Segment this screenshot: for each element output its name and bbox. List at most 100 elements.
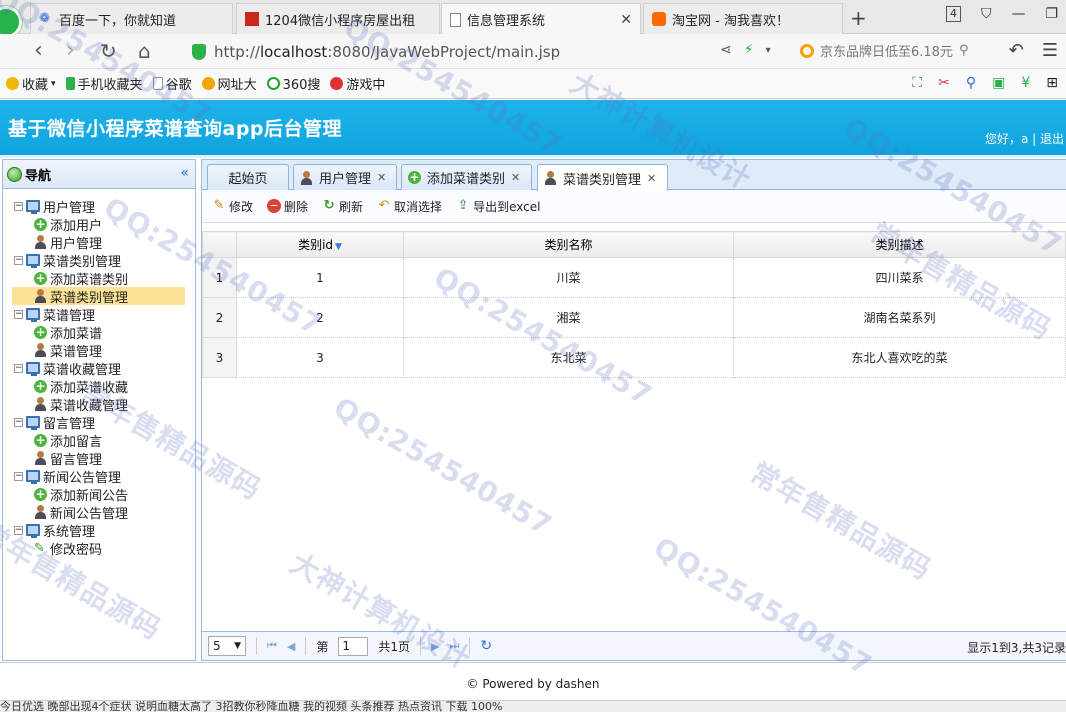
delete-label: 删除 xyxy=(284,199,309,214)
close-icon[interactable]: ✕ xyxy=(511,171,520,184)
unselect-button[interactable]: ↶ 取消选择 xyxy=(377,198,442,215)
nav-group-system[interactable]: − 系统管理 xyxy=(3,521,195,540)
nav-group-recipe[interactable]: − 菜谱管理 xyxy=(3,305,195,324)
nav-item-add-user[interactable]: + 添加用户 xyxy=(3,215,195,234)
nav-group-favorite[interactable]: − 菜谱收藏管理 xyxy=(3,359,195,378)
browser-tab-rental[interactable]: 1204微信小程序房屋出租 xyxy=(236,3,440,34)
bookmark-360[interactable]: 360搜 xyxy=(266,74,320,93)
browser-tab-info-system[interactable]: 信息管理系统 ✕ xyxy=(441,3,641,35)
nav-item-favorite-manage[interactable]: 菜谱收藏管理 xyxy=(3,395,195,414)
search-engine-icon xyxy=(800,43,814,58)
browser-tab-baidu[interactable]: ❁ 百度一下，你就知道 xyxy=(30,3,233,34)
nav-item-add-category[interactable]: + 添加菜谱类别 xyxy=(3,269,195,288)
nav-item-user-manage[interactable]: 用户管理 xyxy=(3,233,195,252)
edit-button[interactable]: ✎ 修改 xyxy=(212,198,253,215)
search-box[interactable]: 京东品牌日低至6.18元 ⚲ xyxy=(800,41,968,60)
search-icon[interactable]: ⚲ xyxy=(959,43,969,58)
back-icon[interactable]: ‹ xyxy=(34,39,43,63)
nav-group-news[interactable]: − 新闻公告管理 xyxy=(3,467,195,486)
search-icon[interactable]: ⚲ xyxy=(966,75,976,91)
user-greeting-logout[interactable]: 您好，a | 退出 xyxy=(985,130,1064,147)
menu-icon[interactable]: ☰ xyxy=(1042,40,1058,61)
column-header-id[interactable]: 类别id ▼ xyxy=(236,231,404,258)
collapse-toggle-icon[interactable]: − xyxy=(14,525,23,535)
nav-group-user[interactable]: − 用户管理 xyxy=(3,197,195,216)
bookmark-mobile[interactable]: 手机收藏夹 xyxy=(65,74,143,93)
tab-home[interactable]: 起始页 xyxy=(207,164,289,190)
home-icon[interactable]: ⌂ xyxy=(138,39,151,63)
prev-page-icon[interactable]: ◀ xyxy=(287,640,295,653)
tab-user-manage[interactable]: 用户管理 ✕ xyxy=(293,164,397,190)
nav-item-news-manage[interactable]: 新闻公告管理 xyxy=(3,503,195,522)
bookmark-games[interactable]: 游戏中 xyxy=(330,74,385,93)
collapse-toggle-icon[interactable]: − xyxy=(14,309,23,319)
nav-item-change-password[interactable]: ✎ 修改密码 xyxy=(3,539,195,558)
tab-category-manage[interactable]: 菜谱类别管理 ✕ xyxy=(537,164,668,191)
tab-add-category[interactable]: + 添加菜谱类别 ✕ xyxy=(401,164,532,190)
user-icon xyxy=(34,289,47,303)
nav-group-message[interactable]: − 留言管理 xyxy=(3,413,195,432)
reload-icon[interactable]: ↻ xyxy=(100,39,117,63)
last-page-icon[interactable]: ⏭ xyxy=(450,639,460,653)
new-tab-plus-icon[interactable]: + xyxy=(850,6,867,30)
page-number-input[interactable]: 1 xyxy=(338,636,369,656)
table-row[interactable]: 1 1 川菜 四川菜系 xyxy=(202,257,1066,298)
nav-item-recipe-manage[interactable]: 菜谱管理 xyxy=(3,341,195,360)
bookmark-google[interactable]: 谷歌 xyxy=(152,74,192,93)
close-icon[interactable]: ✕ xyxy=(620,12,632,28)
translate-icon[interactable]: ⛶ xyxy=(912,75,922,91)
nav-group-category[interactable]: − 菜谱类别管理 xyxy=(3,251,195,270)
chevron-down-icon[interactable]: ▾ xyxy=(766,45,771,56)
browser-tab-taobao[interactable]: 淘宝网 - 淘我喜欢！ xyxy=(643,3,843,34)
nav-item-add-favorite[interactable]: + 添加菜谱收藏 xyxy=(3,377,195,396)
tab-count-badge[interactable]: 4 xyxy=(945,6,961,22)
page-size-select[interactable]: 5 ▼ xyxy=(208,636,246,656)
tab-label: 用户管理 xyxy=(319,172,372,187)
sort-desc-icon[interactable]: ▼ xyxy=(335,242,342,252)
next-page-icon[interactable]: ▶ xyxy=(431,640,439,653)
refresh-icon: ↻ xyxy=(323,198,335,213)
column-header-name[interactable]: 类别名称 xyxy=(403,231,734,258)
cell-name: 东北菜 xyxy=(403,337,734,378)
url-field[interactable]: http://localhost:8080/JavaWebProject/mai… xyxy=(192,39,722,64)
collapse-toggle-icon[interactable]: − xyxy=(14,471,23,481)
cell-id: 3 xyxy=(236,337,404,378)
table-header-row: 类别id ▼ 类别名称 类别描述 xyxy=(202,231,1066,258)
nav-item-add-message[interactable]: + 添加留言 xyxy=(3,431,195,450)
collapse-toggle-icon[interactable]: − xyxy=(14,201,23,211)
grid-icon[interactable]: ⊞ xyxy=(1046,75,1058,91)
collapse-toggle-icon[interactable]: − xyxy=(14,255,23,265)
scissors-icon[interactable]: ✂ xyxy=(938,75,950,91)
collapse-icon[interactable]: « xyxy=(180,165,189,181)
collapse-toggle-icon[interactable]: − xyxy=(14,363,23,373)
close-icon[interactable]: ✕ xyxy=(647,172,656,185)
nav-item-category-manage[interactable]: 菜谱类别管理 xyxy=(12,287,185,306)
column-header-desc[interactable]: 类别描述 xyxy=(733,231,1066,258)
lightning-icon[interactable]: ⚡ xyxy=(744,42,754,58)
undo-icon[interactable]: ↶ xyxy=(1009,40,1024,61)
forward-icon[interactable]: › xyxy=(66,39,75,63)
shirt-icon[interactable]: ⛉ xyxy=(981,6,992,22)
first-page-icon[interactable]: ⏮ xyxy=(267,639,277,653)
close-icon[interactable]: ✕ xyxy=(377,171,386,184)
nav-group-label: 新闻公告管理 xyxy=(43,470,122,486)
table-row[interactable]: 3 3 东北菜 东北人喜欢吃的菜 xyxy=(202,337,1066,378)
minimize-icon[interactable]: — xyxy=(1011,6,1025,22)
nav-item-add-news[interactable]: + 添加新闻公告 xyxy=(3,485,195,504)
refresh-icon[interactable]: ↻ xyxy=(480,638,492,654)
refresh-button[interactable]: ↻ 刷新 xyxy=(322,198,363,215)
bookmark-favorites[interactable]: 收藏 ▾ xyxy=(6,74,56,93)
nav-item-message-manage[interactable]: 留言管理 xyxy=(3,449,195,468)
gamepad-icon[interactable]: ▣ xyxy=(992,75,1005,91)
app-header: 基于微信小程序菜谱查询app后台管理 您好，a | 退出 xyxy=(0,100,1066,155)
collapse-toggle-icon[interactable]: − xyxy=(14,417,23,427)
export-excel-button[interactable]: ⇪ 导出到excel xyxy=(456,198,541,215)
delete-button[interactable]: − 删除 xyxy=(267,198,308,215)
coupon-icon[interactable]: ¥ xyxy=(1021,75,1030,91)
restore-icon[interactable]: ❐ xyxy=(1045,6,1058,22)
bookmark-urls[interactable]: 网址大 xyxy=(201,74,257,93)
table-row[interactable]: 2 2 湘菜 湖南名菜系列 xyxy=(202,297,1066,338)
bookmarks-bar: 收藏 ▾ 手机收藏夹 谷歌 网址大 360搜 游戏中 ⛶ ✂ ⚲ ▣ ¥ ⊞ xyxy=(0,69,1066,99)
nav-item-add-recipe[interactable]: + 添加菜谱 xyxy=(3,323,195,342)
share-icon[interactable]: ⋖ xyxy=(720,42,732,58)
